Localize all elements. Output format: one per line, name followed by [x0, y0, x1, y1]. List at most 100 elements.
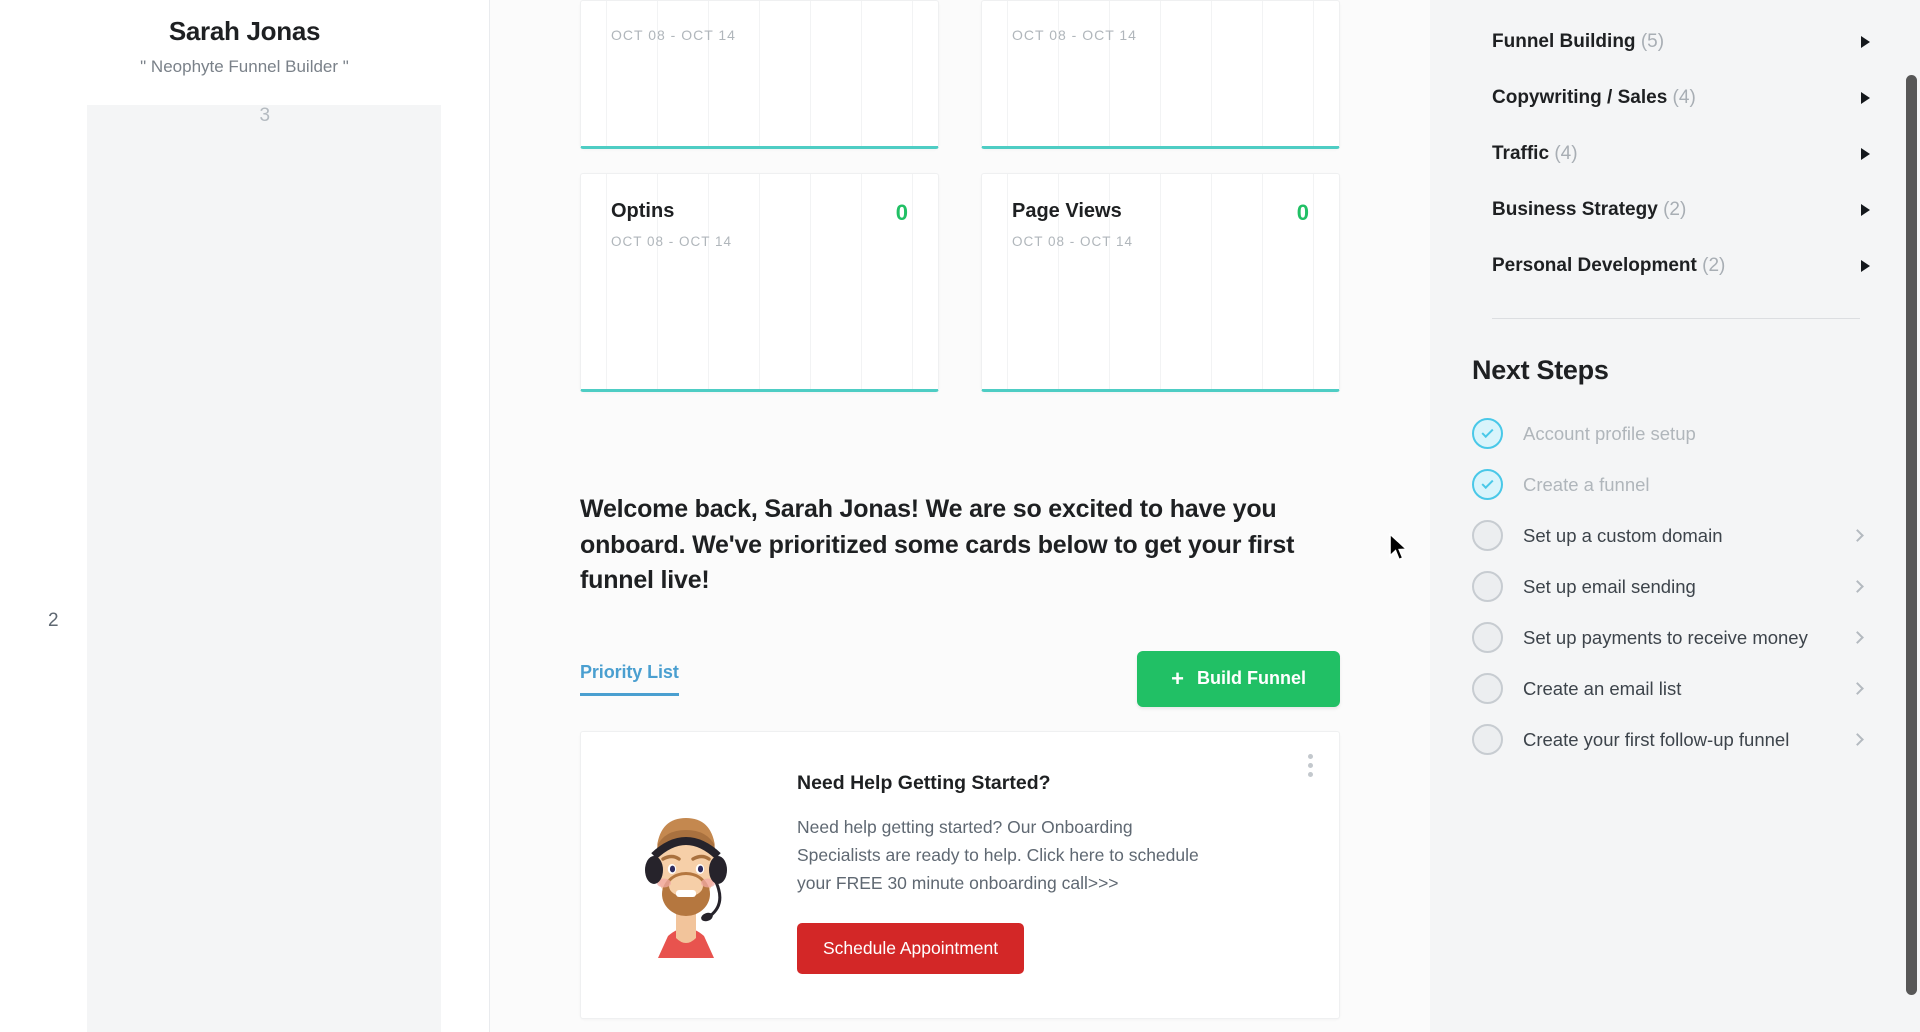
category-count: (5)	[1640, 31, 1665, 52]
next-step-set-up-a-custom-domain[interactable]: Set up a custom domain	[1472, 510, 1880, 561]
category-count: (2)	[1663, 199, 1687, 220]
chevron-right-icon[interactable]	[1851, 733, 1864, 746]
pageviews-card[interactable]: OCT 08 - OCT 14	[981, 0, 1340, 149]
main-content: OCT 08 - OCT 14 OCT 08 - OCT 14 Optins 0…	[490, 0, 1430, 1032]
chevron-right-icon[interactable]	[1861, 92, 1870, 104]
category-label: Personal Development (2)	[1492, 255, 1725, 277]
profile-name: Sarah Jonas	[168, 16, 321, 46]
profile-title: " Neophyte Funnel Builder "	[140, 57, 349, 76]
next-step-set-up-payments[interactable]: Set up payments to receive money	[1472, 612, 1880, 663]
category-name: Traffic	[1492, 143, 1550, 164]
optins-card[interactable]: OCT 08 - OCT 14	[580, 0, 939, 149]
empty-circle-icon	[1472, 520, 1503, 551]
need-help-text: Need help getting started? Our Onboardin…	[797, 816, 1199, 893]
category-count: (4)	[1554, 143, 1578, 164]
build-funnel-button[interactable]: + Build Funnel	[1137, 650, 1340, 707]
plus-icon: +	[1171, 665, 1185, 691]
category-name: Funnel Building	[1492, 31, 1636, 52]
priority-toolbar: Priority List + Build Funnel	[580, 650, 1340, 707]
need-help-card: Need Help Getting Started? Need help get…	[580, 730, 1340, 1019]
category-name: Copywriting / Sales	[1492, 87, 1668, 108]
category-funnel-building[interactable]: Funnel Building (5)	[1472, 14, 1880, 70]
category-label: Copywriting / Sales (4)	[1492, 87, 1696, 109]
chevron-right-icon[interactable]	[1851, 631, 1864, 644]
step-label: Create an email list	[1523, 677, 1682, 699]
welcome-message: Welcome back, Sarah Jonas! We are so exc…	[580, 495, 1295, 594]
optins-card-top-date: OCT 08 - OCT 14	[611, 27, 736, 43]
optins-title: Optins	[611, 200, 675, 222]
step-label: Create your first follow-up funnel	[1523, 728, 1790, 750]
training-categories: Funnel Building (5) Copywriting / Sales …	[1472, 0, 1880, 294]
card-menu-button[interactable]	[1308, 753, 1313, 777]
category-business-strategy[interactable]: Business Strategy (2)	[1472, 182, 1880, 238]
category-personal-development[interactable]: Personal Development (2)	[1472, 238, 1880, 294]
dashboard-page: Sarah Jonas " Neophyte Funnel Builder " …	[0, 0, 1920, 1032]
chevron-right-icon[interactable]	[1861, 204, 1870, 216]
dot	[1308, 771, 1313, 777]
next-step-create-follow-up-funnel[interactable]: Create your first follow-up funnel	[1472, 714, 1880, 765]
empty-circle-icon	[1472, 622, 1503, 653]
level-next: 3	[86, 105, 441, 1032]
empty-circle-icon	[1472, 571, 1503, 602]
empty-circle-icon	[1472, 724, 1503, 755]
next-steps-list: Account profile setup Create a funnel Se…	[1472, 408, 1880, 765]
optins-value: 0	[895, 200, 908, 225]
category-count: (2)	[1702, 255, 1726, 276]
pageviews-chart: Page Views 0 OCT 08 - OCT 14	[982, 174, 1339, 389]
category-name: Business Strategy	[1492, 199, 1658, 220]
level-current: 2	[48, 610, 59, 631]
need-help-title: Need Help Getting Started?	[797, 771, 1051, 794]
build-funnel-label: Build Funnel	[1197, 668, 1306, 688]
page-scrollbar[interactable]	[1906, 75, 1917, 995]
tab-priority-list[interactable]: Priority List	[580, 662, 679, 696]
category-count: (4)	[1672, 87, 1696, 108]
category-label: Traffic (4)	[1492, 143, 1578, 165]
chevron-right-icon[interactable]	[1851, 682, 1864, 695]
category-copywriting-sales[interactable]: Copywriting / Sales (4)	[1472, 70, 1880, 126]
check-circle-icon	[1472, 418, 1503, 449]
stat-cards-row-2: Optins 0 OCT 08 - OCT 14 Page Views 0 OC…	[580, 173, 1340, 392]
next-step-set-up-email-sending[interactable]: Set up email sending	[1472, 561, 1880, 612]
mouse-cursor	[1388, 532, 1410, 568]
pageviews-card-body[interactable]: Page Views 0 OCT 08 - OCT 14	[981, 173, 1340, 392]
optins-chart: Optins 0 OCT 08 - OCT 14	[581, 174, 938, 389]
step-label: Account profile setup	[1523, 422, 1696, 444]
step-label: Set up email sending	[1523, 575, 1696, 597]
step-label: Set up a custom domain	[1523, 524, 1723, 546]
optins-date-range: OCT 08 - OCT 14	[611, 234, 733, 249]
check-circle-icon	[1472, 469, 1503, 500]
step-label: Set up payments to receive money	[1523, 626, 1808, 648]
step-label: Create a funnel	[1523, 473, 1650, 495]
schedule-appointment-button[interactable]: Schedule Appointment	[797, 922, 1025, 974]
chevron-right-icon[interactable]	[1861, 148, 1870, 160]
category-name: Personal Development	[1492, 255, 1697, 276]
category-label: Business Strategy (2)	[1492, 199, 1686, 221]
category-label: Funnel Building (5)	[1492, 31, 1664, 53]
pageviews-card-top-date: OCT 08 - OCT 14	[1012, 27, 1137, 43]
pageviews-value: 0	[1296, 200, 1309, 225]
stat-cards-row: OCT 08 - OCT 14 OCT 08 - OCT 14	[580, 0, 1340, 149]
left-sidebar: Sarah Jonas " Neophyte Funnel Builder " …	[0, 0, 490, 1032]
next-step-account-profile-setup[interactable]: Account profile setup	[1472, 408, 1880, 459]
next-step-create-an-email-list[interactable]: Create an email list	[1472, 663, 1880, 714]
pageviews-date-range: OCT 08 - OCT 14	[1012, 234, 1134, 249]
panel-divider	[1492, 318, 1860, 319]
pageviews-title: Page Views	[1012, 200, 1122, 222]
next-step-create-a-funnel[interactable]: Create a funnel	[1472, 459, 1880, 510]
next-steps-title: Next Steps	[1472, 355, 1609, 385]
support-agent-avatar	[621, 768, 771, 974]
empty-circle-icon	[1472, 673, 1503, 704]
chevron-right-icon[interactable]	[1861, 36, 1870, 48]
level-progress: 2 10/200 3	[48, 105, 441, 1032]
chevron-right-icon[interactable]	[1851, 580, 1864, 593]
category-traffic[interactable]: Traffic (4)	[1472, 126, 1880, 182]
optins-card-body[interactable]: Optins 0 OCT 08 - OCT 14	[580, 173, 939, 392]
dot	[1308, 753, 1313, 759]
optins-card-chart-top: OCT 08 - OCT 14	[581, 1, 938, 146]
dot	[1308, 762, 1313, 768]
right-panel: Funnel Building (5) Copywriting / Sales …	[1430, 0, 1920, 1032]
chevron-right-icon[interactable]	[1851, 529, 1864, 542]
profile-block: Sarah Jonas " Neophyte Funnel Builder " …	[0, 0, 489, 1032]
chevron-right-icon[interactable]	[1861, 260, 1870, 272]
pageviews-card-chart-top: OCT 08 - OCT 14	[982, 1, 1339, 146]
